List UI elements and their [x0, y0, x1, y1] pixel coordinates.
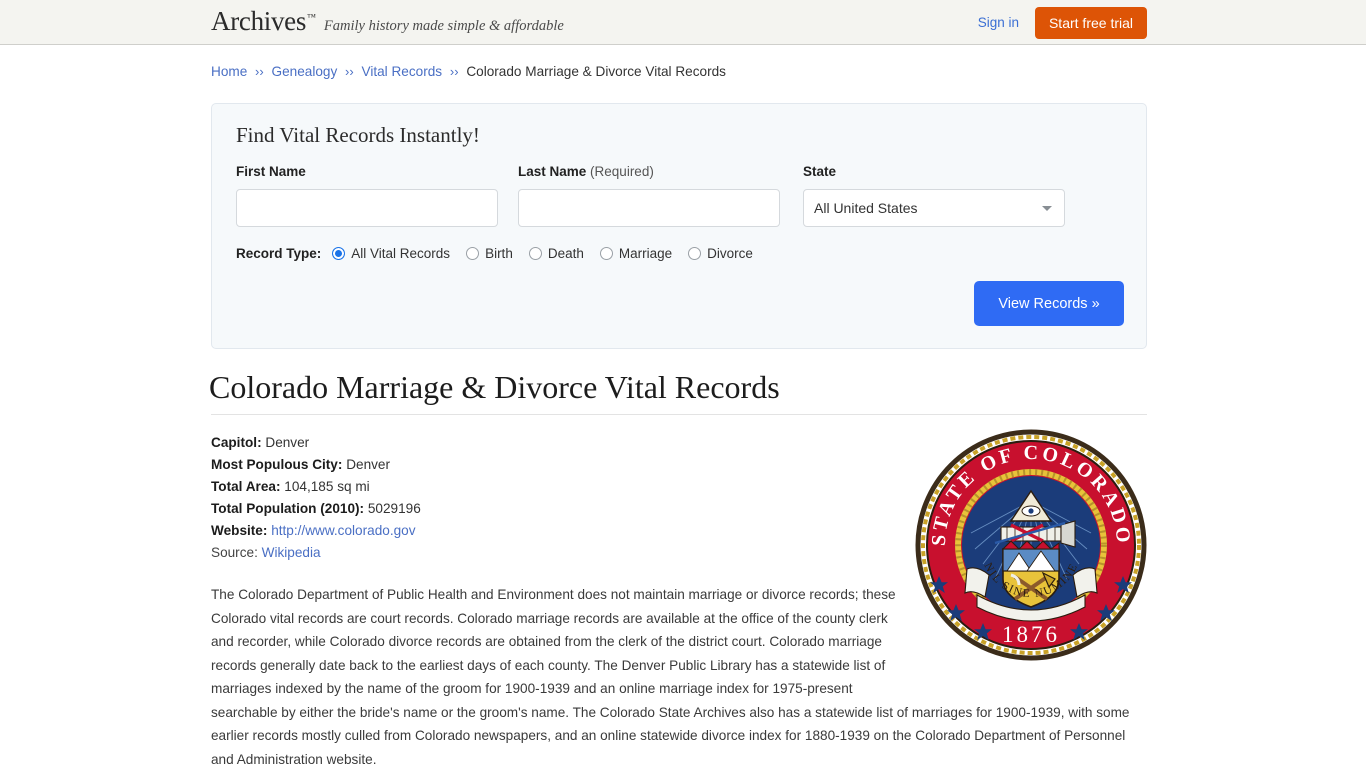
- fact-website: Website: http://www.colorado.gov: [211, 520, 421, 542]
- fact-most-populous-city: Most Populous City: Denver: [211, 454, 421, 476]
- breadcrumb-current-page: Colorado Marriage & Divorce Vital Record…: [466, 64, 726, 79]
- fact-most-populous-city-value: Denver: [346, 457, 391, 472]
- radio-label-death: Death: [547, 246, 584, 261]
- fact-total-area: Total Area: 104,185 sq mi: [211, 476, 421, 498]
- fact-source-key: Source:: [211, 545, 258, 560]
- fact-most-populous-city-key: Most Populous City:: [211, 457, 343, 472]
- radio-label-birth: Birth: [485, 246, 513, 261]
- site-tagline: Family history made simple & affordable: [323, 18, 564, 34]
- radio-option-marriage[interactable]: Marriage: [599, 246, 673, 261]
- last-name-label-text: Last Name: [518, 164, 587, 179]
- fact-website-key: Website:: [211, 523, 268, 538]
- start-free-trial-button[interactable]: Start free trial: [1034, 6, 1147, 39]
- site-logo[interactable]: Archives ™ Family history made simple & …: [211, 8, 564, 35]
- fact-capitol-key: Capitol:: [211, 435, 262, 450]
- radio-option-birth[interactable]: Birth: [466, 246, 513, 261]
- seal-text-wrap-spacer: [913, 583, 1149, 679]
- breadcrumb-separator: ››: [345, 64, 354, 79]
- page-body-paragraph: The Colorado Department of Public Health…: [211, 583, 1149, 771]
- state-website-link[interactable]: http://www.colorado.gov: [271, 523, 415, 538]
- fact-total-area-key: Total Area:: [211, 479, 281, 494]
- state-select-wrapper: All United States: [803, 189, 1065, 227]
- fact-total-population-value: 5029196: [367, 501, 421, 516]
- breadcrumb-item-vital-records[interactable]: Vital Records: [362, 64, 443, 79]
- radio-label-all-vital-records: All Vital Records: [351, 246, 451, 261]
- radio-option-death[interactable]: Death: [528, 246, 584, 261]
- breadcrumb-separator: ››: [255, 64, 264, 79]
- state-select-value: All United States: [814, 200, 918, 216]
- last-name-input[interactable]: [518, 189, 780, 227]
- breadcrumb-item-genealogy[interactable]: Genealogy: [272, 64, 338, 79]
- vital-records-search-panel: Find Vital Records Instantly! First Name…: [211, 103, 1147, 349]
- radio-icon-divorce[interactable]: [688, 247, 702, 260]
- fact-total-population-key: Total Population (2010):: [211, 501, 365, 516]
- record-type-group: Record Type: All Vital Records Birth Dea…: [236, 246, 769, 261]
- radio-icon-marriage[interactable]: [599, 247, 613, 260]
- fact-capitol: Capitol: Denver: [211, 432, 421, 454]
- breadcrumb: Home ›› Genealogy ›› Vital Records ›› Co…: [211, 64, 726, 79]
- radio-icon-all-vital-records[interactable]: [332, 247, 346, 260]
- state-label: State: [803, 164, 837, 179]
- radio-label-divorce: Divorce: [707, 246, 753, 261]
- breadcrumb-separator: ››: [449, 64, 459, 79]
- wikipedia-source-link[interactable]: Wikipedia: [262, 545, 321, 560]
- last-name-required-note: (Required): [590, 164, 654, 179]
- fact-total-population: Total Population (2010): 5029196: [211, 498, 421, 520]
- header-actions: Sign in Start free trial: [978, 0, 1147, 45]
- radio-icon-death[interactable]: [528, 247, 542, 260]
- logo-wordmark: Archives: [211, 6, 307, 36]
- state-facts-list: Capitol: Denver Most Populous City: Denv…: [211, 432, 421, 564]
- breadcrumb-item-home[interactable]: Home: [211, 64, 247, 79]
- radio-icon-birth[interactable]: [466, 247, 480, 260]
- radio-option-divorce[interactable]: Divorce: [688, 246, 753, 261]
- fact-total-area-value: 104,185 sq mi: [284, 479, 370, 494]
- record-type-label: Record Type:: [236, 246, 322, 261]
- header-inner: Archives ™ Family history made simple & …: [0, 0, 1366, 44]
- first-name-label: First Name: [236, 164, 306, 179]
- title-divider: [211, 414, 1147, 415]
- search-panel-title: Find Vital Records Instantly!: [236, 123, 480, 147]
- state-select[interactable]: All United States: [803, 189, 1065, 227]
- site-header: Archives ™ Family history made simple & …: [0, 0, 1366, 45]
- radio-option-all-vital-records[interactable]: All Vital Records: [332, 246, 450, 261]
- first-name-input[interactable]: [236, 189, 498, 227]
- fact-capitol-value: Denver: [265, 435, 310, 450]
- trademark-symbol: ™: [307, 12, 316, 22]
- fact-source: Source: Wikipedia: [211, 542, 421, 564]
- view-records-button[interactable]: View Records »: [974, 281, 1124, 326]
- last-name-label: Last Name (Required): [518, 164, 654, 179]
- sign-in-link[interactable]: Sign in: [978, 15, 1019, 30]
- page-title: Colorado Marriage & Divorce Vital Record…: [209, 369, 780, 405]
- radio-label-marriage: Marriage: [618, 246, 673, 261]
